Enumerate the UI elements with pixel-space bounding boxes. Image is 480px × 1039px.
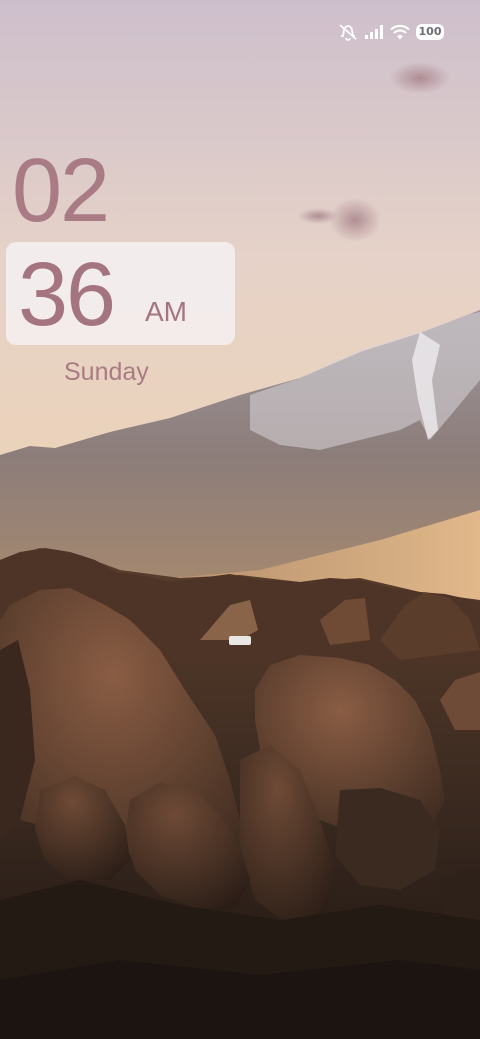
mute-icon [338, 23, 358, 41]
signal-icon [364, 24, 384, 40]
battery-indicator: 100 [416, 24, 444, 40]
clock-ampm: AM [145, 296, 187, 327]
clock-hours[interactable]: 02 [12, 146, 110, 236]
clock-minutes-card[interactable]: 36 AM [6, 242, 235, 345]
status-bar: 100 [338, 22, 444, 42]
wifi-icon [390, 24, 410, 40]
clock-day: Sunday [64, 358, 149, 386]
clock-minutes: 36 [18, 245, 116, 345]
